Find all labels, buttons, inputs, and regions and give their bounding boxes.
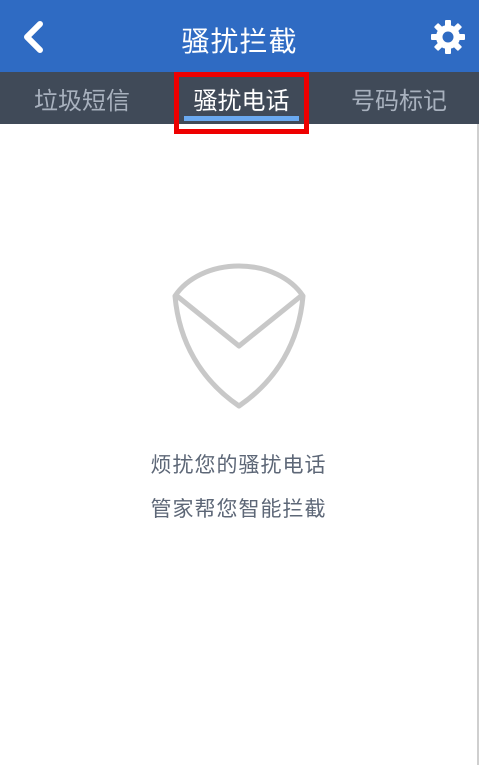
gear-icon bbox=[431, 20, 465, 54]
empty-state bbox=[0, 262, 477, 410]
app-screen: 骚扰拦截 垃圾短信 骚扰电话 号码标记 烦扰您的骚扰电话 管家帮您智能拦截 bbox=[0, 0, 479, 765]
empty-state-line-1: 烦扰您的骚扰电话 bbox=[150, 453, 327, 477]
empty-state-line-2: 管家帮您智能拦截 bbox=[150, 497, 327, 521]
tab-spam-sms[interactable]: 垃圾短信 bbox=[0, 72, 164, 124]
shield-check-icon bbox=[172, 263, 305, 409]
tab-number-marking[interactable]: 号码标记 bbox=[319, 72, 479, 124]
active-tab-indicator bbox=[184, 116, 299, 121]
page-title: 骚扰拦截 bbox=[181, 25, 298, 58]
settings-button[interactable] bbox=[427, 16, 469, 58]
empty-state-message: 烦扰您的骚扰电话 管家帮您智能拦截 bbox=[0, 443, 477, 531]
header-bar: 骚扰拦截 bbox=[0, 0, 479, 72]
